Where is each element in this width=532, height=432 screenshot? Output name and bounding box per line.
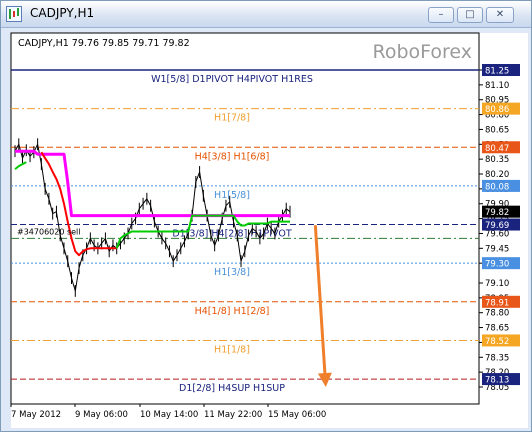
order-label: #34706020 sell bbox=[17, 227, 81, 236]
level-price-label: 81.25 bbox=[485, 67, 509, 77]
y-tick-label: 80.35 bbox=[485, 155, 509, 165]
level-price-label: 79.30 bbox=[485, 260, 509, 270]
level-price-label: 79.69 bbox=[485, 221, 509, 231]
y-tick-label: 80.65 bbox=[485, 125, 509, 135]
y-tick-label: 78.65 bbox=[485, 324, 509, 334]
y-tick-label: 79.10 bbox=[485, 279, 509, 289]
level-label: H1[1/8] bbox=[214, 344, 250, 355]
symbol-header: CADJPY,H1 79.76 79.85 79.71 79.82 bbox=[18, 38, 190, 49]
level-label: D1[3/8] H4[2/8] H1PIVOT bbox=[172, 229, 292, 240]
level-price-label: 80.86 bbox=[485, 105, 509, 115]
x-tick-label: 7 May 2012 bbox=[11, 410, 61, 420]
level-label: H1[3/8] bbox=[214, 267, 250, 278]
current-price-label: 79.82 bbox=[485, 208, 509, 218]
x-tick-label: 9 May 06:00 bbox=[75, 410, 128, 420]
y-tick-label: 79.45 bbox=[485, 244, 509, 254]
x-tick-label: 15 May 06:00 bbox=[268, 410, 326, 420]
y-tick-label: 80.20 bbox=[485, 170, 509, 180]
level-label: W1[5/8] D1PIVOT H4PIVOT H1RES bbox=[151, 74, 313, 85]
level-price-label: 78.91 bbox=[485, 298, 509, 308]
y-tick-label: 81.10 bbox=[485, 81, 509, 91]
level-price-label: 80.47 bbox=[485, 144, 509, 154]
level-label: H4[3/8] H1[6/8] bbox=[195, 151, 270, 162]
y-tick-label: 78.35 bbox=[485, 353, 509, 363]
watermark-text: RoboForex bbox=[372, 41, 472, 63]
level-label: H4[1/8] H1[2/8] bbox=[195, 306, 270, 317]
level-label: D1[2/8] H4SUP H1SUP bbox=[179, 383, 285, 394]
x-tick-label: 10 May 14:00 bbox=[140, 410, 198, 420]
price-chart[interactable]: CADJPY,H1 79.76 79.85 79.71 79.82 RoboFor… bbox=[0, 0, 532, 432]
level-label: H1[5/8] bbox=[214, 190, 250, 201]
y-tick-label: 78.80 bbox=[485, 309, 509, 319]
level-price-label: 80.08 bbox=[485, 182, 509, 192]
x-tick-label: 11 May 22:00 bbox=[204, 410, 262, 420]
level-price-label: 78.52 bbox=[485, 337, 509, 347]
level-price-label: 78.13 bbox=[485, 376, 509, 386]
level-label: H1[7/8] bbox=[214, 113, 250, 124]
